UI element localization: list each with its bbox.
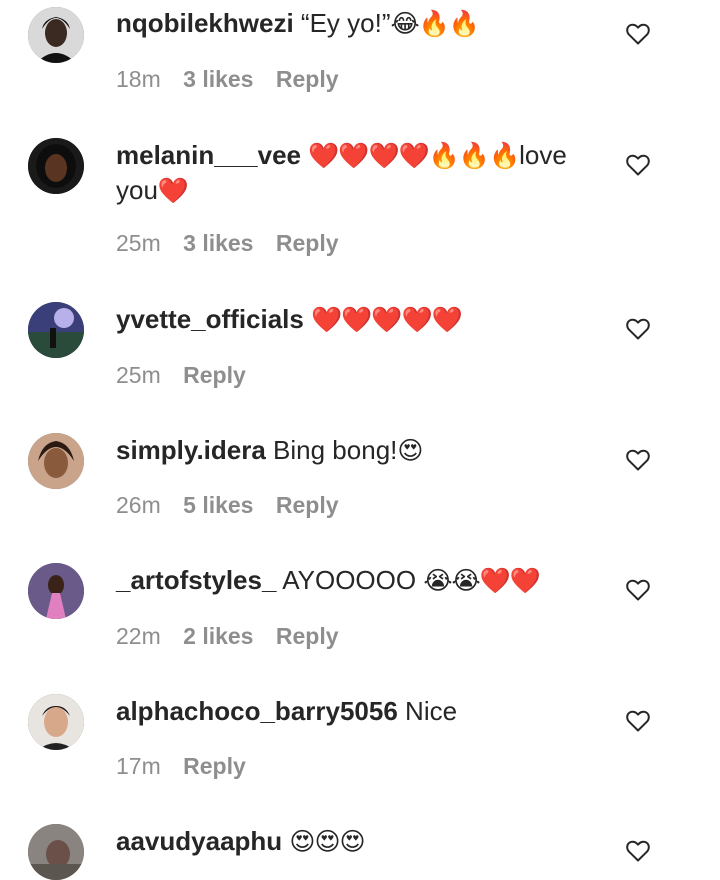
comment-time: 26m xyxy=(116,492,161,518)
comment-meta: 25m 3 likes Reply xyxy=(116,230,355,257)
comment-likes[interactable]: 5 likes xyxy=(183,492,253,518)
comment-time: 25m xyxy=(116,362,161,388)
comment-emoji: 😂🔥🔥 xyxy=(390,9,480,38)
comment-meta: 22m 2 likes Reply xyxy=(116,623,355,650)
comment-text: simply.idera Bing bong!😍 xyxy=(116,433,596,468)
comment-meta: 26m 5 likes Reply xyxy=(116,492,355,519)
avatar[interactable] xyxy=(28,694,84,750)
comment-meta: 18m 3 likes Reply xyxy=(116,66,355,93)
comment-meta: 17m Reply xyxy=(116,753,262,780)
reply-button[interactable]: Reply xyxy=(276,492,339,518)
comment-username[interactable]: nqobilekhwezi xyxy=(116,8,294,38)
comment-text: nqobilekhwezi “Ey yo!”😂🔥🔥 xyxy=(116,6,596,41)
heart-outline-icon[interactable] xyxy=(626,318,650,340)
comment-text: yvette_officials ❤️❤️❤️❤️❤️ xyxy=(116,302,596,337)
comment-emoji: ❤️❤️❤️❤️🔥🔥🔥 xyxy=(308,141,520,170)
comment-likes[interactable]: 3 likes xyxy=(183,230,253,256)
heart-outline-icon[interactable] xyxy=(626,710,650,732)
comment-text: _artofstyles_ AYOOOOO 😭😭❤️❤️ xyxy=(116,563,596,598)
comment-likes[interactable]: 2 likes xyxy=(183,623,253,649)
reply-button[interactable]: Reply xyxy=(276,230,339,256)
reply-button[interactable]: Reply xyxy=(276,623,339,649)
reply-button[interactable]: Reply xyxy=(183,753,246,779)
comment-body: Bing bong! xyxy=(273,435,398,465)
comment-username[interactable]: aavudyaaphu xyxy=(116,826,282,856)
comment-meta: 25m Reply xyxy=(116,362,262,389)
comment-text: aavudyaaphu 😍😍😍 xyxy=(116,824,596,859)
heart-outline-icon[interactable] xyxy=(626,579,650,601)
comment-likes[interactable]: 3 likes xyxy=(183,66,253,92)
avatar[interactable] xyxy=(28,138,84,194)
comment-emoji: ❤️❤️❤️❤️❤️ xyxy=(311,305,463,334)
comment-time: 25m xyxy=(116,230,161,256)
comment-time: 17m xyxy=(116,753,161,779)
comment-body: “Ey yo!” xyxy=(300,8,391,38)
avatar[interactable] xyxy=(28,433,84,489)
avatar[interactable] xyxy=(28,824,84,880)
comment-username[interactable]: melanin___vee xyxy=(116,140,301,170)
comment-emoji: ❤️ xyxy=(157,176,189,205)
comment-text: alphachoco_barry5056 Nice xyxy=(116,694,596,728)
reply-button[interactable]: Reply xyxy=(183,362,246,388)
comment-emoji: 😭😭❤️❤️ xyxy=(423,566,541,595)
heart-outline-icon[interactable] xyxy=(626,840,650,862)
reply-button[interactable]: Reply xyxy=(276,66,339,92)
comment-emoji: 😍😍😍 xyxy=(289,827,365,856)
heart-outline-icon[interactable] xyxy=(626,154,650,176)
comment-time: 18m xyxy=(116,66,161,92)
avatar[interactable] xyxy=(28,302,84,358)
avatar[interactable] xyxy=(28,7,84,63)
comment-username[interactable]: yvette_officials xyxy=(116,304,304,334)
comment-username[interactable]: alphachoco_barry5056 xyxy=(116,696,398,726)
comment-username[interactable]: _artofstyles_ xyxy=(116,565,276,595)
comment-username[interactable]: simply.idera xyxy=(116,435,266,465)
comment-emoji: 😍 xyxy=(397,436,423,465)
comment-text: melanin___vee ❤️❤️❤️❤️🔥🔥🔥love you❤️ xyxy=(116,138,596,208)
heart-outline-icon[interactable] xyxy=(626,23,650,45)
comment-body: Nice xyxy=(405,696,458,726)
heart-outline-icon[interactable] xyxy=(626,449,650,471)
comment-time: 22m xyxy=(116,623,161,649)
comment-body: AYOOOOO xyxy=(282,565,417,595)
avatar[interactable] xyxy=(28,563,84,619)
